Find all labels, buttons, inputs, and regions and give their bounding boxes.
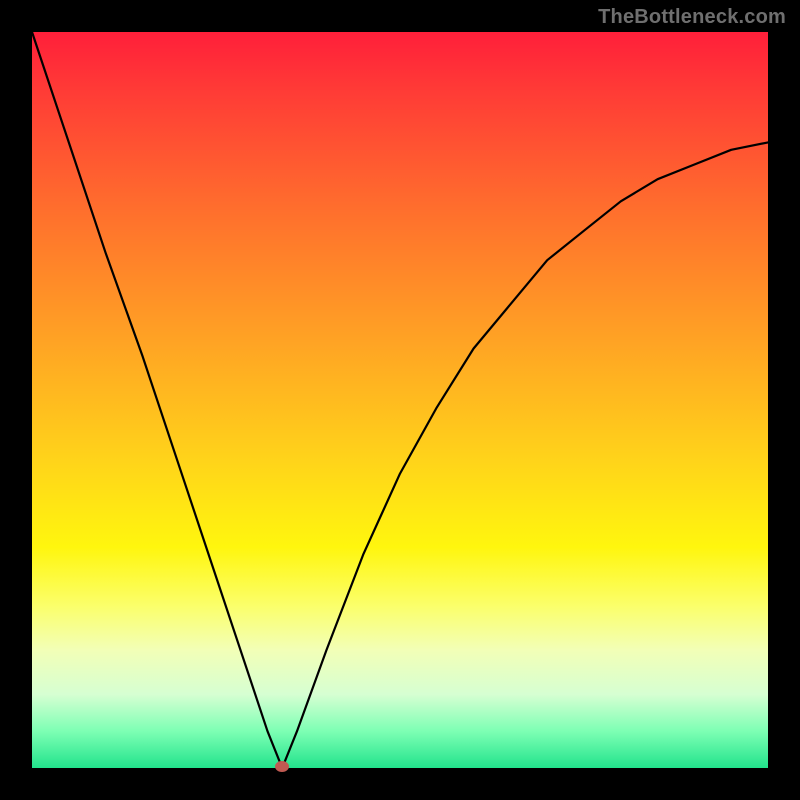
watermark-text: TheBottleneck.com [598, 6, 786, 29]
min-marker [275, 761, 289, 772]
chart-frame: TheBottleneck.com [0, 0, 800, 800]
curve-svg [32, 32, 768, 768]
plot-area [32, 32, 768, 768]
bottleneck-curve-path [32, 32, 768, 768]
